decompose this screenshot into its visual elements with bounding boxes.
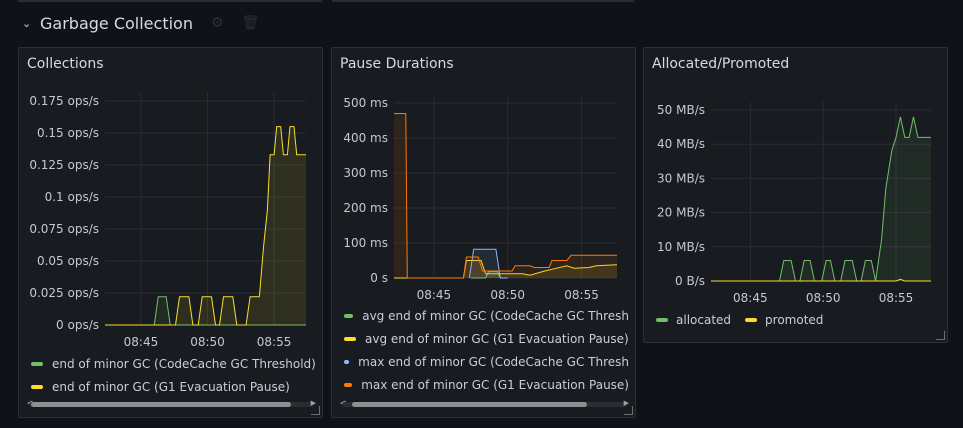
previous-row-edge-2	[332, 0, 634, 2]
x-tick-label: 08:45	[417, 288, 452, 302]
y-tick-label: 0.15 ops/s	[37, 126, 99, 140]
x-tick-label: 08:50	[190, 335, 225, 348]
x-tick-label: 08:45	[124, 335, 159, 348]
panel-pause-durations[interactable]: Pause Durations 0 s 100 ms 200 ms 300 ms 400…	[331, 47, 636, 418]
y-tick-label: 0.05 ops/s	[37, 254, 99, 268]
resize-handle[interactable]	[624, 406, 633, 415]
x-tick-label: 08:55	[564, 288, 599, 302]
row-header-garbage-collection[interactable]: ⌄ Garbage Collection ⚙ 🗑	[22, 10, 259, 36]
pause-durations-chart: 0 s 100 ms 200 ms 300 ms 400 ms 500 ms 08:45 08…	[343, 95, 618, 302]
legend-item[interactable]: max end of minor GC (CodeCache GC Thresh	[344, 350, 629, 373]
y-tick-label: 20 MB/s	[657, 206, 705, 220]
y-tick-label: 0 B/s	[675, 274, 705, 288]
resize-handle[interactable]	[311, 406, 320, 415]
previous-row-edge	[18, 0, 322, 2]
y-tick-label: 500 ms	[343, 96, 388, 110]
y-tick-label: 0.075 ops/s	[29, 222, 99, 236]
legend: allocated promoted	[656, 313, 837, 327]
legend-item[interactable]: avg end of minor GC (CodeCache GC Thresh	[344, 304, 629, 327]
y-tick-label: 200 ms	[343, 201, 388, 215]
horizontal-scrollbar[interactable]: ◀ ▶	[19, 399, 324, 409]
legend-item[interactable]: end of minor GC (CodeCache GC Threshold)	[31, 352, 316, 375]
y-tick-label: 0.1 ops/s	[45, 190, 99, 204]
y-tick-label: 30 MB/s	[657, 171, 705, 185]
x-tick-label: 08:50	[806, 291, 841, 305]
legend-item[interactable]: max end of minor GC (G1 Evacuation Pause…	[344, 373, 629, 396]
horizontal-scrollbar[interactable]: ◀ ▶	[332, 399, 637, 409]
x-tick-label: 08:55	[879, 291, 914, 305]
series-area	[711, 116, 931, 281]
y-tick-label: 100 ms	[343, 236, 388, 250]
y-tick-label: 40 MB/s	[657, 137, 705, 151]
y-tick-label: 50 MB/s	[657, 103, 705, 117]
legend-item[interactable]: end of minor GC (G1 Evacuation Pause)	[31, 375, 316, 398]
series-area	[105, 126, 306, 325]
legend: avg end of minor GC (CodeCache GC Thresh…	[344, 304, 629, 396]
collections-chart: 0 ops/s 0.025 ops/s 0.05 ops/s 0.075 ops/s 0…	[29, 93, 306, 348]
legend-item[interactable]: allocated	[676, 313, 731, 327]
y-tick-label: 0 ops/s	[56, 318, 99, 332]
x-tick-label: 08:45	[733, 291, 768, 305]
x-tick-label: 08:55	[257, 335, 292, 348]
y-tick-label: 400 ms	[343, 131, 388, 145]
gear-icon[interactable]: ⚙	[211, 15, 224, 31]
allocated-promoted-chart: 0 B/s 10 MB/s 20 MB/s 30 MB/s 40 MB/s 50 MB/s…	[657, 102, 931, 305]
panel-collections[interactable]: Collections 0 ops/s 0.025 ops/s 0.05 ops/s…	[18, 47, 323, 418]
row-title: Garbage Collection	[40, 13, 193, 33]
legend: end of minor GC (CodeCache GC Threshold)…	[31, 352, 316, 398]
y-tick-label: 300 ms	[343, 166, 388, 180]
x-tick-label: 08:50	[490, 288, 525, 302]
panel-allocated-promoted[interactable]: Allocated/Promoted 0 B/s 10 MB/s 20 MB/s 30…	[643, 47, 948, 343]
y-tick-label: 0.175 ops/s	[29, 94, 99, 108]
resize-handle[interactable]	[936, 331, 945, 340]
y-tick-label: 0.025 ops/s	[29, 286, 99, 300]
y-tick-label: 0.125 ops/s	[29, 158, 99, 172]
y-tick-label: 10 MB/s	[657, 240, 705, 254]
legend-item[interactable]: promoted	[765, 313, 823, 327]
legend-item[interactable]: avg end of minor GC (G1 Evacuation Pause…	[344, 327, 629, 350]
chevron-down-icon[interactable]: ⌄	[22, 17, 40, 30]
trash-icon[interactable]: 🗑	[242, 15, 260, 31]
y-tick-label: 0 s	[370, 271, 388, 285]
